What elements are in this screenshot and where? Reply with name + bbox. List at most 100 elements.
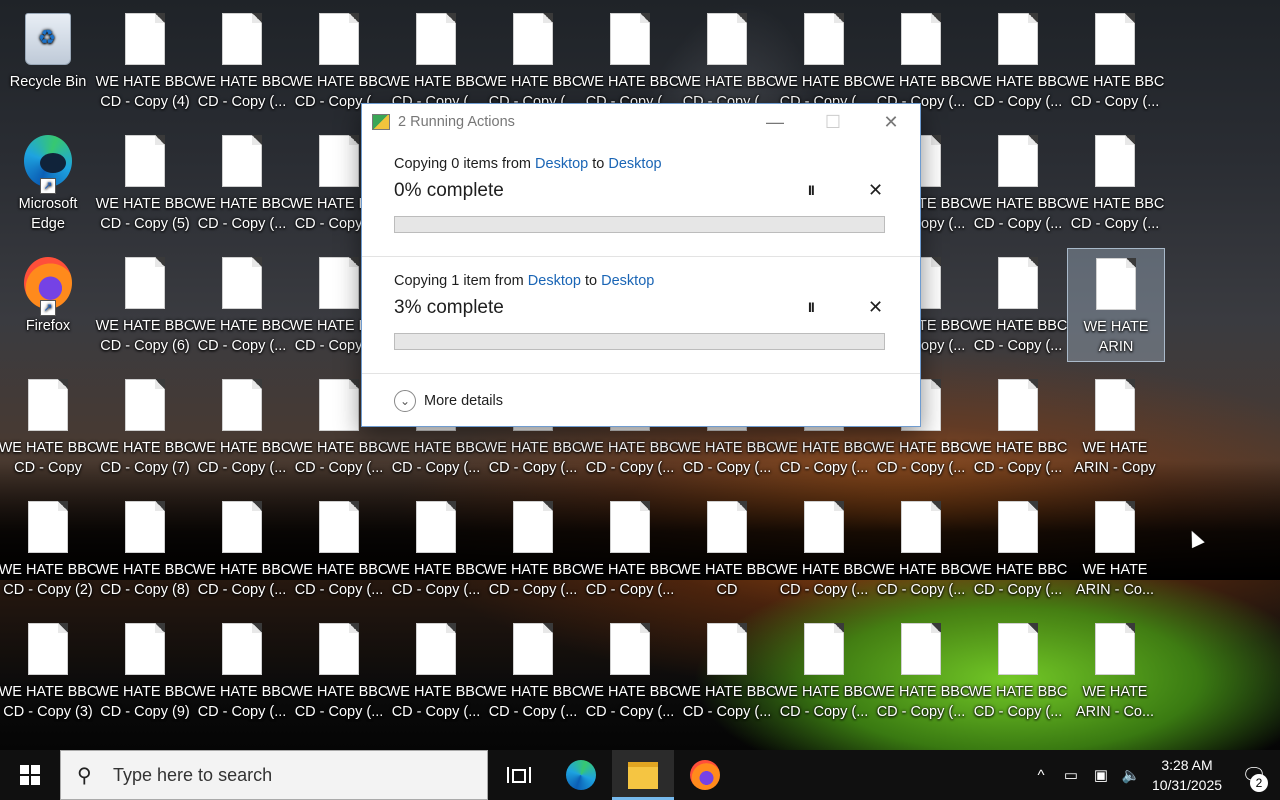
desktop-file-icon[interactable]: WE HATE BBC CD - Copy (...	[872, 492, 970, 604]
desktop-file-icon[interactable]: WE HATE BBC CD - Copy (...	[386, 614, 486, 726]
document-icon	[319, 257, 359, 309]
destination-link[interactable]: Desktop	[608, 156, 661, 172]
desktop-file-icon[interactable]: WE HATE BBC CD - Copy (...	[969, 126, 1067, 238]
desktop-firefox-shortcut[interactable]: ↗ Firefox	[0, 248, 96, 360]
desktop-file-icon[interactable]: WE HATE BBC CD - Copy (...	[775, 492, 873, 604]
desktop-icon-label: WE HATE BBC CD - Copy (...	[968, 74, 1068, 110]
desktop-file-icon[interactable]: WE HATE BBC CD - Copy (...	[387, 4, 485, 116]
desktop-file-icon[interactable]: WE HATE BBC CD - Copy (...	[193, 126, 291, 238]
desktop-icon-label: WE HATE BBC CD - Copy (...	[386, 684, 486, 720]
desktop-file-icon[interactable]: WE HATE BBC CD - Copy (...	[1066, 126, 1164, 238]
desktop-file-icon[interactable]: WE HATE ARIN - Co...	[1067, 614, 1163, 726]
taskbar-edge-button[interactable]	[550, 750, 612, 800]
desktop-file-icon[interactable]: WE HATE BBC CD - Copy (9)	[96, 614, 194, 726]
desktop-file-icon[interactable]: WE HATE BBC CD - Copy (...	[1066, 4, 1164, 116]
taskbar-firefox-button[interactable]	[674, 750, 736, 800]
desktop-file-icon[interactable]: WE HATE BBC CD - Copy (...	[968, 4, 1068, 116]
desktop-file-icon[interactable]: WE HATE BBC CD - Copy (...	[290, 492, 388, 604]
desktop-file-icon[interactable]: WE HATE ARIN	[1067, 248, 1165, 362]
desktop-icon-label: WE HATE BBC CD - Copy (...	[192, 318, 292, 354]
desktop-file-icon[interactable]: WE HATE BBC CD - Copy (6)	[96, 248, 194, 360]
document-icon	[125, 623, 165, 675]
desktop-file-icon[interactable]: WE HATE BBC CD - Copy (...	[290, 614, 388, 726]
source-link[interactable]: Desktop	[535, 156, 588, 172]
desktop-file-icon[interactable]: WE HATE BBC CD - Copy (...	[290, 4, 388, 116]
document-icon	[319, 13, 359, 65]
edge-icon	[566, 760, 596, 790]
desktop-file-icon[interactable]: WE HATE BBC CD - Copy (...	[581, 492, 679, 604]
taskbar-file-explorer-button[interactable]	[612, 750, 674, 800]
desktop-file-icon[interactable]: WE HATE BBC CD - Copy (...	[483, 614, 583, 726]
volume-muted-icon[interactable]: 🔈	[1116, 766, 1146, 784]
desktop-file-icon[interactable]: WE HATE BBC CD - Copy (2)	[0, 492, 98, 604]
desktop-file-icon[interactable]: WE HATE BBC CD - Copy (...	[193, 4, 291, 116]
desktop-file-icon[interactable]: WE HATE BBC CD - Copy (7)	[96, 370, 194, 482]
desktop-file-icon[interactable]: WE HATE BBC CD - Copy (...	[193, 614, 291, 726]
dialog-titlebar[interactable]: 2 Running Actions — ☐ ✕	[362, 104, 920, 140]
desktop-file-icon[interactable]: WE HATE BBC CD - Copy (...	[484, 4, 582, 116]
desktop-file-icon[interactable]: WE HATE BBC CD - Copy (...	[192, 248, 292, 360]
desktop-file-icon[interactable]: WE HATE BBC CD - Copy (...	[872, 4, 970, 116]
desktop-file-icon[interactable]: WE HATE BBC CD - Copy (...	[775, 4, 873, 116]
minimize-button[interactable]: —	[746, 104, 804, 140]
desktop-file-icon[interactable]: WE HATE BBC CD	[678, 492, 776, 604]
desktop-file-icon[interactable]: WE HATE BBC CD - Copy (...	[193, 370, 291, 482]
task-prefix: Copying 1 item from	[394, 273, 528, 289]
network-icon[interactable]: ▣	[1086, 766, 1116, 784]
show-hidden-icons-chevron-icon[interactable]: ^	[1026, 767, 1056, 784]
icon-glyph	[218, 134, 266, 188]
source-link[interactable]: Desktop	[528, 273, 581, 289]
desktop-file-icon[interactable]: WE HATE BBC CD - Copy (...	[484, 492, 582, 604]
desktop-file-icon[interactable]: WE HATE ARIN - Copy	[1067, 370, 1163, 482]
icon-glyph	[994, 378, 1042, 432]
system-clock[interactable]: 3:28 AM 10/31/2025	[1146, 755, 1228, 795]
desktop-edge-shortcut[interactable]: ↗ Microsoft Edge	[0, 126, 96, 238]
icon-glyph	[24, 500, 72, 554]
desktop-icon-label: WE HATE BBC CD - Copy (2)	[0, 562, 98, 598]
icon-glyph	[606, 12, 654, 66]
more-details-toggle[interactable]: ⌄ More details	[362, 373, 920, 428]
desktop-icon-label: WE HATE BBC CD - Copy (...	[677, 440, 777, 476]
desktop-icon-label: WE HATE BBC CD - Copy (...	[677, 684, 777, 720]
desktop-file-icon[interactable]: WE HATE BBC CD - Copy (...	[872, 614, 970, 726]
desktop-file-icon[interactable]: WE HATE BBC CD - Copy (5)	[95, 126, 195, 238]
desktop-recycle-shortcut[interactable]: ♻ Recycle Bin	[0, 4, 96, 116]
search-icon: ⚲	[77, 764, 92, 787]
close-button[interactable]: ✕	[862, 104, 920, 140]
cancel-task-button[interactable]: ✕	[868, 180, 883, 201]
desktop-file-icon[interactable]: WE HATE BBC CD - Copy (...	[969, 248, 1067, 360]
document-icon	[1095, 379, 1135, 431]
desktop-file-icon[interactable]: WE HATE BBC CD - Copy (...	[581, 4, 679, 116]
desktop-file-icon[interactable]: WE HATE BBC CD - Copy (...	[969, 492, 1067, 604]
destination-link[interactable]: Desktop	[601, 273, 654, 289]
desktop-file-icon[interactable]: WE HATE BBC CD - Copy (...	[193, 492, 291, 604]
task-view-button[interactable]	[488, 750, 550, 800]
chevron-down-icon: ⌄	[394, 390, 416, 412]
pause-button[interactable]: II	[808, 299, 815, 315]
desktop-file-icon[interactable]: WE HATE BBC CD - Copy	[0, 370, 97, 482]
desktop-file-icon[interactable]: WE HATE BBC CD - Copy (...	[677, 614, 777, 726]
action-center-button[interactable]: 🗨 2	[1228, 750, 1280, 800]
document-icon	[998, 379, 1038, 431]
icon-glyph	[121, 256, 169, 310]
pause-button[interactable]: II	[808, 182, 815, 198]
meet-now-icon[interactable]: ▭	[1056, 766, 1086, 784]
cancel-task-button[interactable]: ✕	[868, 297, 883, 318]
desktop-icon-label: WE HATE BBC CD - Copy (5)	[95, 196, 195, 232]
desktop-file-icon[interactable]: WE HATE BBC CD - Copy (...	[969, 614, 1067, 726]
desktop-file-icon[interactable]: WE HATE BBC CD - Copy (4)	[96, 4, 194, 116]
desktop-file-icon[interactable]: WE HATE BBC CD - Copy (...	[775, 614, 873, 726]
taskbar-search-box[interactable]: ⚲ Type here to search	[60, 750, 488, 800]
desktop-file-icon[interactable]: WE HATE ARIN - Co...	[1067, 492, 1163, 604]
desktop-icon-label: WE HATE BBC CD - Copy (...	[483, 684, 583, 720]
desktop-file-icon[interactable]: WE HATE BBC CD - Copy (3)	[0, 614, 97, 726]
icon-glyph	[994, 622, 1042, 676]
start-button[interactable]	[0, 750, 60, 800]
desktop-file-icon[interactable]: WE HATE BBC CD - Copy (...	[969, 370, 1067, 482]
desktop-file-icon[interactable]: WE HATE BBC CD - Copy (...	[678, 4, 776, 116]
search-placeholder: Type here to search	[113, 764, 273, 785]
desktop-file-icon[interactable]: WE HATE BBC CD - Copy (...	[387, 492, 485, 604]
document-icon	[707, 623, 747, 675]
desktop-file-icon[interactable]: WE HATE BBC CD - Copy (...	[581, 614, 679, 726]
desktop-file-icon[interactable]: WE HATE BBC CD - Copy (8)	[96, 492, 194, 604]
